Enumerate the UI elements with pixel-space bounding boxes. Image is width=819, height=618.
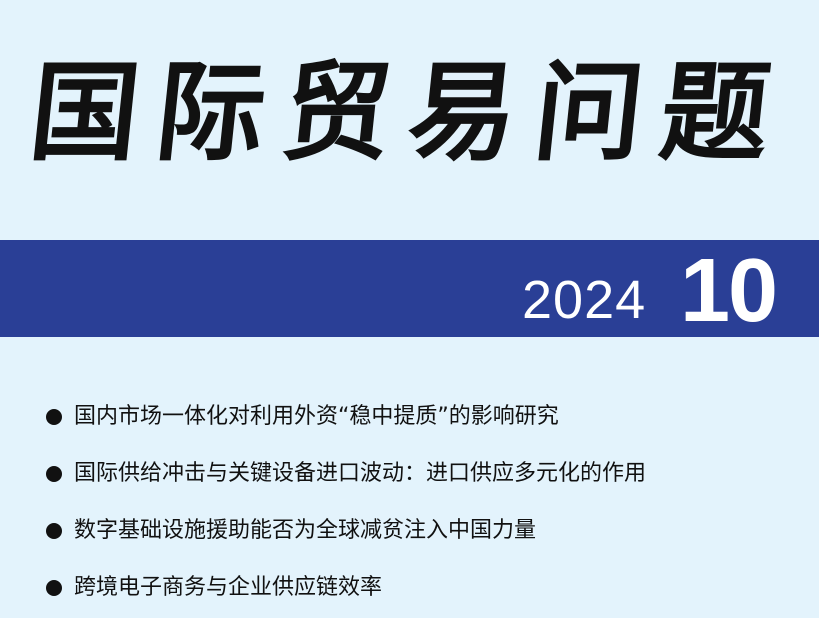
toc-item-title: 数字基础设施援助能否为全球减贫注入中国力量 [74,518,537,543]
issue-year: 2024 [522,270,647,330]
toc-item: 国内市场一体化对利用外资“稳中提质”的影响研究 [0,390,819,447]
bullet-icon [46,409,62,425]
toc-item-title: 国际供给冲击与关键设备进口波动：进口供应多元化的作用 [74,461,647,486]
journal-title: 国际贸易问题 [24,50,795,176]
toc-item-title: 国内市场一体化对利用外资“稳中提质”的影响研究 [74,404,559,429]
toc-item: 数字基础设施援助能否为全球减贫注入中国力量 [0,504,819,561]
toc-item: 跨境电子商务与企业供应链效率 [0,561,819,618]
table-of-contents: 国内市场一体化对利用外资“稳中提质”的影响研究 国际供给冲击与关键设备进口波动：… [0,390,819,618]
masthead: 国际贸易问题 [0,18,819,218]
issue-number: 10 [680,241,778,341]
bullet-icon [46,466,62,482]
bullet-icon [46,523,62,539]
toc-item: 国际供给冲击与关键设备进口波动：进口供应多元化的作用 [0,447,819,504]
bullet-icon [46,580,62,596]
toc-item-title: 跨境电子商务与企业供应链效率 [74,575,383,600]
